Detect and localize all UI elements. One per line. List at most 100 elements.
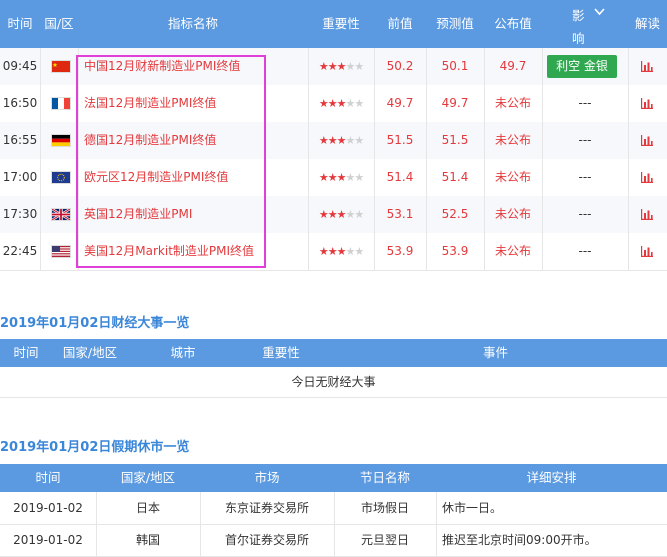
calendar-row[interactable]: 16:50 法国12月制造业PMI终值 ★★★★★ 49.7 49.7 未公布 --- — [0, 85, 667, 123]
star-icon: ★ — [327, 245, 338, 258]
holidays-section-title: 2019年01月02日假期休市一览 — [0, 440, 190, 455]
bar-chart-icon[interactable] — [641, 209, 653, 220]
calendar-row[interactable]: 22:45 美国12月Markit制造业PMI终值 ★★★★★ 53.9 53.9 未公布… — [0, 233, 667, 271]
holidays-table-header: 时间 国家/地区 市场 节日名称 详细安排 — [0, 464, 667, 492]
header-impact-top: 影 — [572, 8, 585, 23]
calendar-row[interactable]: 09:45 中国12月财新制造业PMI终值 ★★★★★ 50.2 50.1 49.7 利空 … — [0, 48, 667, 86]
bar-chart-icon[interactable] — [641, 246, 653, 257]
importance-stars: ★★★★★ — [308, 233, 374, 270]
row-forecast: 51.5 — [441, 133, 469, 147]
impact-badge[interactable]: 利空 金银 — [547, 55, 617, 78]
column-divider — [436, 492, 437, 524]
row-time: 17:00 — [2, 170, 38, 184]
column-divider — [40, 85, 41, 122]
column-divider — [628, 48, 629, 85]
star-icon: ★ — [318, 134, 329, 147]
star-icon: ★ — [327, 60, 338, 73]
row-indicator-link[interactable]: 德国12月制造业PMI终值 — [78, 122, 308, 159]
events-header-importance: 重要性 — [262, 345, 300, 360]
holidays-header-market: 市场 — [254, 470, 280, 485]
holidays-header-time: 时间 — [35, 470, 61, 485]
holiday-name: 元旦翌日 — [360, 533, 409, 547]
row-published: 未公布 — [494, 244, 531, 258]
events-section-title: 2019年01月02日财经大事一览 — [0, 316, 190, 331]
chevron-down-icon[interactable] — [594, 4, 605, 19]
row-time: 16:50 — [2, 96, 38, 110]
header-indicator: 指标名称 — [167, 16, 218, 31]
header-region: 国/区 — [44, 16, 74, 31]
importance-stars: ★★★★★ — [308, 85, 374, 122]
holiday-details: 推迟至北京时间09:00开市。 — [442, 533, 597, 547]
header-impact-bottom: 响 — [572, 31, 585, 46]
row-forecast: 52.5 — [441, 207, 469, 221]
column-divider — [628, 196, 629, 233]
events-table-header: 时间 国家/地区 城市 重要性 事件 — [0, 339, 667, 367]
row-indicator-link[interactable]: 美国12月Markit制造业PMI终值 — [78, 233, 308, 270]
row-forecast: 49.7 — [441, 96, 469, 110]
star-icon: ★ — [318, 245, 329, 258]
header-importance: 重要性 — [322, 16, 360, 31]
star-icon: ★ — [345, 134, 355, 147]
bar-chart-icon[interactable] — [641, 98, 653, 109]
row-indicator-link[interactable]: 法国12月制造业PMI终值 — [78, 85, 308, 122]
row-previous: 53.9 — [386, 244, 414, 258]
holiday-row: 2019-01-02 日本 东京证券交易所 市场假日 休市一日。 — [0, 492, 667, 525]
row-previous: 51.4 — [386, 170, 414, 184]
header-explain: 解读 — [634, 16, 660, 31]
flag-eu-icon — [51, 171, 71, 184]
row-time: 09:45 — [2, 59, 38, 73]
star-icon: ★ — [354, 208, 364, 221]
holiday-time: 2019-01-02 — [13, 533, 83, 547]
calendar-row[interactable]: 17:30 英国12月制造业PMI ★★★★★ 53.1 52.5 未公布 --- — [0, 196, 667, 234]
flag-germany-icon — [51, 134, 71, 147]
importance-stars: ★★★★★ — [308, 196, 374, 233]
flag-china-icon — [51, 60, 71, 73]
header-previous: 前值 — [387, 16, 413, 31]
calendar-header: 时间 国/区 指标名称 重要性 前值 预测值 公布值 影 响 解读 — [0, 0, 667, 48]
flag-france-icon — [51, 97, 71, 110]
column-divider — [40, 122, 41, 159]
column-divider — [40, 48, 41, 85]
events-header-time: 时间 — [13, 345, 39, 360]
row-impact: --- — [578, 133, 592, 147]
column-divider — [40, 196, 41, 233]
bar-chart-icon[interactable] — [641, 61, 653, 72]
row-indicator-link[interactable]: 英国12月制造业PMI — [78, 196, 308, 233]
row-indicator-link[interactable]: 欧元区12月制造业PMI终值 — [78, 159, 308, 196]
holiday-market: 首尔证券交易所 — [224, 533, 309, 547]
star-icon: ★ — [345, 171, 355, 184]
header-forecast: 预测值 — [436, 16, 474, 31]
importance-stars: ★★★★★ — [308, 159, 374, 196]
star-icon: ★ — [345, 60, 355, 73]
events-empty-text: 今日无财经大事 — [291, 375, 376, 389]
star-icon: ★ — [354, 60, 364, 73]
star-icon: ★ — [318, 171, 329, 184]
star-icon: ★ — [345, 97, 355, 110]
row-impact: --- — [578, 207, 592, 221]
header-time: 时间 — [7, 16, 33, 31]
header-impact[interactable]: 影 响 — [542, 0, 622, 48]
holiday-name: 市场假日 — [360, 501, 409, 515]
star-icon: ★ — [318, 208, 329, 221]
bar-chart-icon[interactable] — [641, 135, 653, 146]
row-forecast: 53.9 — [441, 244, 469, 258]
row-indicator-link[interactable]: 中国12月财新制造业PMI终值 — [78, 48, 308, 85]
holidays-header-details: 详细安排 — [526, 470, 577, 485]
flag-usa-icon — [51, 245, 71, 258]
bar-chart-icon[interactable] — [641, 172, 653, 183]
calendar-row[interactable]: 16:55 德国12月制造业PMI终值 ★★★★★ 51.5 51.5 未公布 --- — [0, 122, 667, 160]
holidays-header-holiday: 节日名称 — [359, 470, 410, 485]
column-divider — [40, 159, 41, 196]
star-icon: ★ — [345, 245, 355, 258]
calendar-row[interactable]: 17:00 欧元区12月制造业PMI终值 ★★★★★ 51.4 51.4 未公布 --- — [0, 159, 667, 197]
holiday-market: 东京证券交易所 — [224, 501, 309, 515]
column-divider — [628, 85, 629, 122]
row-published: 未公布 — [494, 207, 531, 221]
events-header-region: 国家/地区 — [62, 345, 118, 360]
row-forecast: 50.1 — [441, 59, 469, 73]
row-published: 未公布 — [494, 170, 531, 184]
flag-uk-icon — [51, 207, 71, 222]
holiday-region: 韩国 — [135, 533, 160, 547]
column-divider — [628, 122, 629, 159]
star-icon: ★ — [354, 97, 364, 110]
